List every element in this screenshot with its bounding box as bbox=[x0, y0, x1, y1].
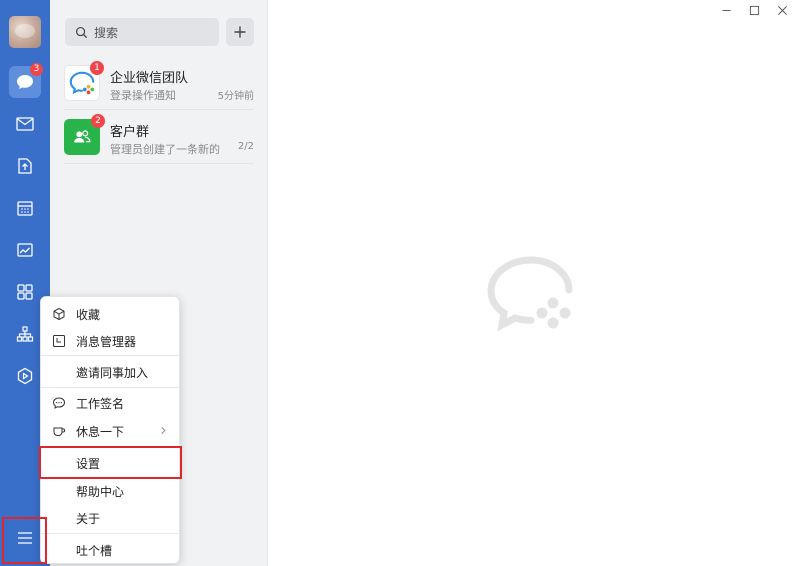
close-button[interactable] bbox=[771, 2, 793, 18]
minimize-icon bbox=[721, 9, 731, 11]
main-menu-popup: 收藏 消息管理器 邀请同事加入 工作签名 休息一下 设置 帮助中心 关于 吐个槽 bbox=[40, 296, 180, 564]
chat-nav-button[interactable]: 3 bbox=[9, 63, 43, 98]
org-icon bbox=[16, 326, 34, 342]
search-input[interactable]: 搜索 bbox=[65, 18, 219, 46]
search-placeholder: 搜索 bbox=[94, 25, 119, 40]
menu-divider bbox=[41, 387, 179, 388]
calendar-nav-button[interactable] bbox=[9, 192, 41, 224]
speech-bubble-icon bbox=[52, 397, 65, 409]
org-nav-button[interactable] bbox=[9, 318, 41, 350]
menu-item-settings[interactable]: 设置 bbox=[41, 450, 179, 476]
conversation-item[interactable]: 1 企业微信团队 登录操作通知 5分钟前 bbox=[64, 56, 254, 110]
menu-item-favorites[interactable]: 收藏 bbox=[41, 301, 179, 327]
chevron-right-icon bbox=[159, 424, 179, 438]
chat-icon bbox=[17, 75, 33, 89]
plus-icon bbox=[234, 26, 246, 38]
main-content bbox=[268, 0, 801, 566]
mini-program-icon bbox=[17, 367, 33, 385]
calendar-icon bbox=[17, 201, 33, 216]
conversation-count: 2/2 bbox=[237, 141, 254, 152]
chat-unread-badge: 3 bbox=[30, 63, 43, 76]
menu-item-invite-colleague[interactable]: 邀请同事加入 bbox=[41, 359, 179, 385]
customer-group-icon: 2 bbox=[64, 114, 105, 155]
maximize-button[interactable] bbox=[743, 2, 765, 18]
close-icon bbox=[777, 5, 787, 15]
unread-badge: 2 bbox=[91, 114, 105, 128]
menu-divider bbox=[41, 447, 179, 448]
apps-nav-button[interactable] bbox=[9, 276, 41, 308]
wecom-watermark-logo bbox=[487, 256, 573, 332]
maximize-icon bbox=[749, 5, 759, 15]
conversation-time: 5分钟前 bbox=[217, 91, 254, 102]
conversation-item[interactable]: 2 客户群 管理员创建了一条新的… 2/2 bbox=[64, 110, 254, 164]
cube-icon bbox=[53, 307, 64, 321]
apps-icon bbox=[17, 284, 33, 300]
menu-divider bbox=[41, 533, 179, 534]
add-button[interactable] bbox=[226, 18, 254, 46]
unread-badge: 1 bbox=[90, 61, 104, 75]
docs-nav-button[interactable] bbox=[9, 150, 41, 182]
conversation-preview: 登录操作通知 bbox=[110, 89, 176, 102]
minimize-button[interactable] bbox=[715, 2, 737, 18]
docs-icon bbox=[18, 158, 32, 174]
menu-icon bbox=[18, 532, 32, 544]
menu-item-feedback[interactable]: 吐个槽 bbox=[41, 537, 179, 563]
menu-item-message-manager[interactable]: 消息管理器 bbox=[41, 328, 179, 354]
mini-program-nav-button[interactable] bbox=[9, 360, 41, 392]
main-menu-button[interactable] bbox=[9, 522, 41, 554]
menu-item-take-a-break[interactable]: 休息一下 bbox=[41, 418, 179, 444]
workbench-nav-button[interactable] bbox=[9, 234, 41, 266]
menu-item-work-signature[interactable]: 工作签名 bbox=[41, 390, 179, 416]
conversation-preview: 管理员创建了一条新的… bbox=[110, 143, 220, 156]
mail-nav-button[interactable] bbox=[9, 108, 41, 140]
mail-icon bbox=[16, 117, 34, 131]
menu-divider bbox=[41, 355, 179, 356]
avatar[interactable] bbox=[9, 16, 41, 48]
conversation-name: 企业微信团队 bbox=[110, 71, 189, 86]
message-manager-icon bbox=[52, 335, 65, 347]
search-icon bbox=[75, 26, 88, 38]
wecom-team-icon: 1 bbox=[64, 61, 104, 101]
coffee-cup-icon bbox=[53, 427, 65, 436]
menu-item-help-center[interactable]: 帮助中心 bbox=[41, 478, 179, 504]
conversation-name: 客户群 bbox=[110, 125, 150, 140]
menu-item-about[interactable]: 关于 bbox=[41, 505, 179, 531]
workbench-icon bbox=[17, 243, 33, 257]
